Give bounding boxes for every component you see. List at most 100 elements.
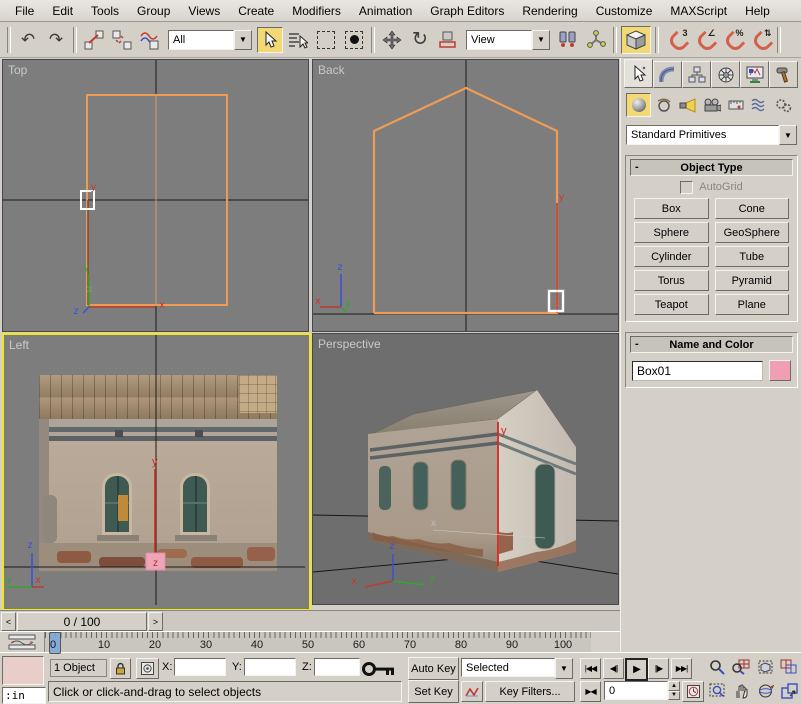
menu-views[interactable]: Views [179, 2, 229, 20]
z-coordinate-input[interactable] [314, 658, 360, 676]
redo-button[interactable]: ↷ [43, 26, 69, 53]
auto-key-button[interactable]: Auto Key [408, 657, 459, 680]
frame-spinner[interactable]: ▲ ▼ [668, 681, 680, 700]
viewport-label-perspective[interactable]: Perspective [318, 337, 381, 351]
menu-file[interactable]: File [6, 2, 43, 20]
macro-recorder-box[interactable] [2, 656, 44, 685]
sphere-button[interactable]: Sphere [634, 222, 709, 243]
dropdown-arrow-icon[interactable]: ▼ [779, 125, 797, 145]
x-coordinate-input[interactable] [174, 658, 226, 676]
go-to-end-button[interactable]: ▶▶| [671, 658, 692, 679]
select-and-manipulate-button[interactable] [583, 26, 609, 53]
region-zoom-button[interactable] [706, 680, 728, 701]
undo-button[interactable]: ↶ [15, 26, 41, 53]
viewport-left-active[interactable]: y z Left z y x [2, 333, 311, 611]
viewport-back[interactable]: y x Back z x y [312, 59, 619, 332]
snaps-toggle-button[interactable] [621, 25, 651, 54]
cylinder-button[interactable]: Cylinder [634, 246, 709, 267]
viewport-top[interactable]: y x Top y x z [2, 59, 309, 332]
category-space-warps-button[interactable] [748, 94, 771, 116]
select-and-scale-button[interactable] [435, 26, 461, 53]
cone-button[interactable]: Cone [714, 198, 789, 219]
tab-hierarchy[interactable] [682, 61, 711, 88]
use-pivot-point-center-button[interactable] [555, 26, 581, 53]
torus-button[interactable]: Torus [634, 270, 709, 291]
next-frame-button[interactable]: > [148, 612, 163, 631]
category-cameras-button[interactable] [700, 94, 723, 116]
reference-coordinate-system-dropdown[interactable]: View ▼ [466, 29, 550, 50]
rectangular-selection-region-button[interactable] [313, 26, 339, 53]
zoom-all-button[interactable] [730, 656, 752, 677]
tab-create[interactable] [624, 59, 653, 88]
percent-snap-toggle-button[interactable]: % [719, 26, 745, 54]
teapot-button[interactable]: Teapot [634, 294, 709, 315]
object-type-header[interactable]: - Object Type [630, 159, 793, 176]
angle-snap-toggle-button[interactable]: ∠ [691, 26, 717, 54]
name-color-header[interactable]: - Name and Color [630, 336, 793, 353]
selection-filter-dropdown[interactable]: All ▼ [168, 29, 252, 50]
set-key-button[interactable]: Set Key [408, 680, 459, 703]
menu-rendering[interactable]: Rendering [513, 2, 586, 20]
maxscript-listener-box[interactable]: :in [2, 687, 46, 704]
current-frame-field[interactable]: 0 ▲ ▼ [604, 681, 680, 700]
object-name-input[interactable]: Box01 [632, 360, 763, 381]
menu-modifiers[interactable]: Modifiers [283, 2, 350, 20]
select-by-name-button[interactable] [285, 26, 311, 53]
menu-customize[interactable]: Customize [587, 2, 662, 20]
menu-group[interactable]: Group [128, 2, 179, 20]
key-mode-toggle-button[interactable]: ▶◀ [580, 681, 601, 702]
select-and-rotate-button[interactable]: ↻ [407, 26, 433, 53]
viewport-label-left[interactable]: Left [9, 338, 29, 352]
selection-set-dropdown[interactable]: Selected ▼ [461, 658, 573, 679]
track-bar[interactable]: 0 10 20 30 40 50 60 70 80 90 100 [0, 631, 620, 654]
y-coordinate-input[interactable] [244, 658, 296, 676]
track-bar-ruler[interactable]: 0 10 20 30 40 50 60 70 80 90 100 [44, 632, 591, 654]
pyramid-button[interactable]: Pyramid [714, 270, 789, 291]
time-slider-handle[interactable]: 0 / 100 [17, 612, 147, 631]
menu-edit[interactable]: Edit [43, 2, 82, 20]
spinner-snap-toggle-button[interactable]: ⇅ [747, 26, 773, 54]
previous-frame-button[interactable]: ◀|| [603, 658, 624, 679]
open-mini-curve-editor-button[interactable] [5, 634, 39, 650]
primitive-category-dropdown[interactable]: Standard Primitives ▼ [626, 125, 797, 145]
menu-animation[interactable]: Animation [350, 2, 421, 20]
menu-create[interactable]: Create [229, 2, 283, 20]
arc-rotate-button[interactable] [754, 680, 776, 701]
select-and-link-button[interactable] [81, 26, 107, 53]
menu-maxscript[interactable]: MAXScript [661, 2, 736, 20]
tab-modify[interactable] [653, 61, 682, 88]
autogrid-checkbox[interactable] [680, 180, 694, 194]
category-systems-button[interactable] [772, 94, 795, 116]
dropdown-arrow-icon[interactable]: ▼ [555, 658, 573, 679]
window-crossing-toggle-button[interactable] [341, 26, 367, 53]
select-object-button[interactable] [257, 26, 283, 53]
tab-display[interactable] [740, 61, 769, 88]
next-frame-button[interactable]: ||▶ [648, 658, 669, 679]
category-geometry-button[interactable] [626, 93, 651, 117]
select-and-move-button[interactable] [379, 26, 405, 53]
menu-help[interactable]: Help [736, 2, 779, 20]
menu-tools[interactable]: Tools [82, 2, 128, 20]
category-shapes-button[interactable] [652, 94, 675, 116]
dropdown-arrow-icon[interactable]: ▼ [532, 29, 550, 50]
play-animation-button[interactable]: ▶ [625, 658, 648, 681]
plane-button[interactable]: Plane [714, 294, 789, 315]
key-filters-button[interactable]: Key Filters... [485, 681, 575, 702]
selection-lock-toggle[interactable] [110, 658, 131, 679]
object-color-swatch[interactable] [769, 360, 791, 381]
geosphere-button[interactable]: GeoSphere [714, 222, 789, 243]
tab-motion[interactable] [711, 61, 740, 88]
category-helpers-button[interactable] [724, 94, 747, 116]
dropdown-arrow-icon[interactable]: ▼ [234, 29, 252, 50]
viewport-label-back[interactable]: Back [318, 63, 345, 77]
go-to-start-button[interactable]: |◀◀ [580, 658, 601, 679]
tab-utilities[interactable] [769, 61, 798, 88]
viewport-label-top[interactable]: Top [8, 63, 27, 77]
unlink-selection-button[interactable] [109, 26, 135, 53]
bind-to-space-warp-button[interactable] [137, 26, 163, 53]
time-configuration-button[interactable] [682, 681, 704, 702]
category-lights-button[interactable] [676, 94, 699, 116]
menu-graph-editors[interactable]: Graph Editors [421, 2, 513, 20]
viewport-perspective[interactable]: y x Perspective z x y [312, 333, 619, 605]
box-button[interactable]: Box [634, 198, 709, 219]
